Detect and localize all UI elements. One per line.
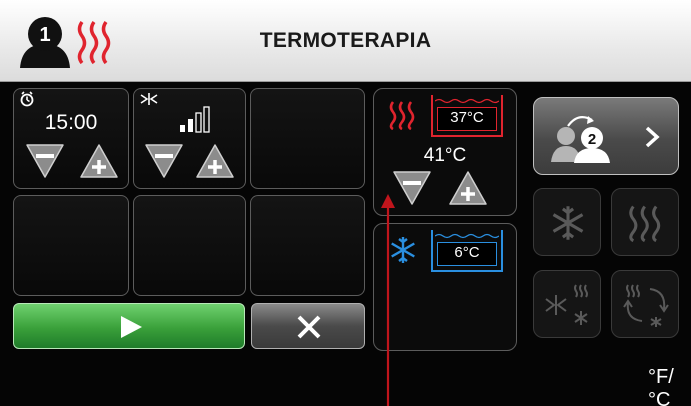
heat-waves-icon bbox=[629, 205, 661, 242]
water-waves-icon bbox=[435, 233, 499, 239]
heat-setpoint: 41°C bbox=[423, 145, 467, 166]
timer-icon bbox=[20, 91, 34, 107]
next-user-icon: 2 bbox=[551, 115, 610, 163]
cold-water-temp: 6°C bbox=[437, 242, 497, 266]
snowflake-icon bbox=[552, 206, 584, 240]
contrast-icon bbox=[545, 284, 588, 325]
stop-button[interactable] bbox=[251, 303, 365, 349]
minus-icon bbox=[155, 154, 173, 158]
heat-plus-button[interactable] bbox=[447, 169, 489, 207]
empty-tile-4 bbox=[250, 195, 365, 296]
heat-waves-icon bbox=[389, 101, 415, 130]
annotation-arrow bbox=[381, 194, 395, 406]
cycle-mode-button[interactable] bbox=[611, 270, 679, 338]
heat-water-temp-box: 37°C bbox=[431, 95, 503, 137]
heat-water-temp: 37°C bbox=[437, 107, 497, 131]
close-icon bbox=[297, 315, 321, 339]
timer-minus-button[interactable] bbox=[24, 142, 66, 180]
contrast-mode-button[interactable] bbox=[533, 270, 601, 338]
cold-mode-button[interactable] bbox=[533, 188, 601, 256]
units-toggle[interactable]: °F/°C bbox=[648, 366, 691, 406]
signal-bars-icon bbox=[180, 106, 210, 133]
intensity-tile bbox=[133, 88, 246, 189]
intensity-icon bbox=[140, 93, 158, 105]
heat-mode-button[interactable] bbox=[611, 188, 679, 256]
header-bar: 1 TERMOTERAPIA bbox=[0, 0, 691, 82]
empty-tile-3 bbox=[133, 195, 246, 296]
timer-plus-button[interactable] bbox=[78, 142, 120, 180]
start-button[interactable] bbox=[13, 303, 245, 349]
page-title: TERMOTERAPIA bbox=[259, 29, 432, 52]
chevron-right-icon bbox=[645, 126, 660, 148]
timer-tile: 15:00 bbox=[13, 88, 129, 189]
cycle-icon bbox=[623, 284, 669, 327]
water-waves-icon bbox=[435, 98, 499, 104]
cold-water-temp-box: 6°C bbox=[431, 230, 503, 272]
next-user-button[interactable]: 2 bbox=[533, 97, 679, 175]
empty-tile-2 bbox=[13, 195, 129, 296]
intensity-minus-button[interactable] bbox=[143, 142, 185, 180]
empty-tile-1 bbox=[250, 88, 365, 189]
minus-icon bbox=[36, 154, 54, 158]
timer-value: 15:00 bbox=[44, 111, 98, 134]
play-icon bbox=[121, 316, 142, 338]
intensity-plus-button[interactable] bbox=[194, 142, 236, 180]
thermotherapy-screen: 1 TERMOTERAPIA 15:00 37°C 41°C 6°C 2 °F/… bbox=[0, 0, 691, 406]
minus-icon bbox=[403, 181, 421, 185]
next-user-number: 2 bbox=[588, 131, 596, 148]
